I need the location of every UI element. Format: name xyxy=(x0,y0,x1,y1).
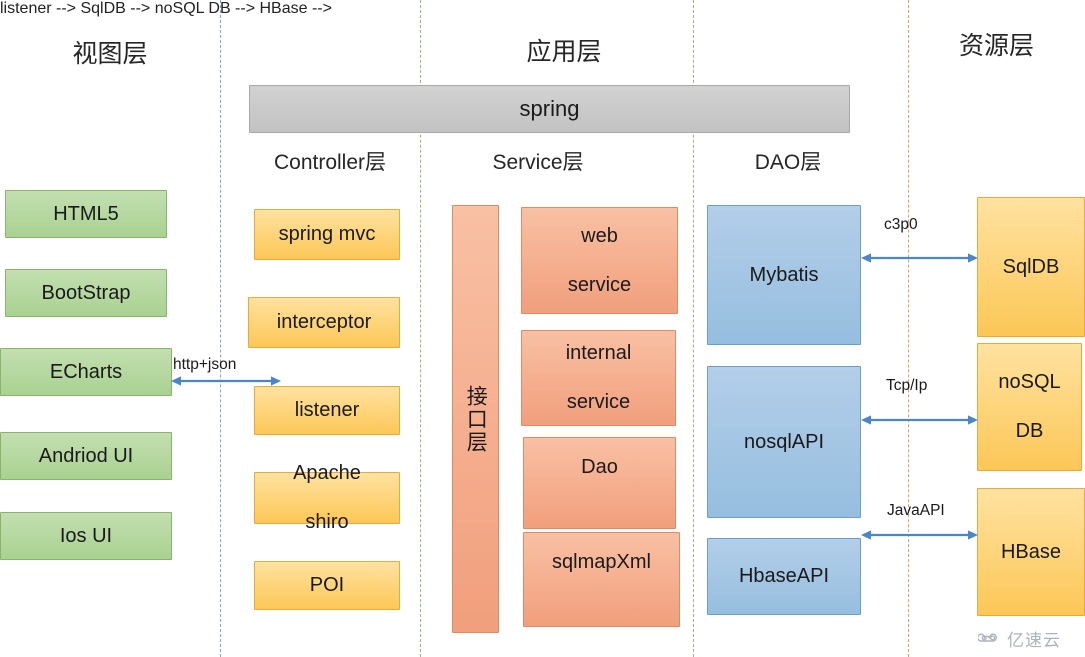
view-node-bootstrap-label: BootStrap xyxy=(41,281,131,304)
controller-node-listener-label: listener xyxy=(294,399,360,422)
resource-node-sqldb-label: SqlDB xyxy=(1002,255,1060,278)
service-node-internal-service[interactable]: internal service xyxy=(521,330,676,426)
resource-layer-title: 资源层 xyxy=(958,32,1034,60)
dao-node-hbaseapi[interactable]: HbaseAPI xyxy=(707,538,861,615)
internal-service-line1: internal xyxy=(565,342,632,365)
web-service-line1: web xyxy=(581,224,618,247)
controller-node-interceptor-label: interceptor xyxy=(276,311,372,334)
service-node-web-service-label: web service xyxy=(522,224,677,297)
resource-node-nosql-db-label: noSQL DB xyxy=(978,370,1081,443)
watermark: 亿速云 xyxy=(976,626,1061,651)
controller-node-spring-mvc-label: spring mvc xyxy=(278,223,376,246)
controller-node-poi[interactable]: POI xyxy=(254,561,400,610)
connection-arrow-javaapi xyxy=(861,527,978,543)
service-layer-title: Service层 xyxy=(492,151,584,174)
connection-label-c3p0: c3p0 xyxy=(884,216,918,233)
view-node-android-ui[interactable]: Andriod UI xyxy=(0,432,172,480)
dao-node-hbaseapi-label: HbaseAPI xyxy=(738,565,830,588)
cloud-icon xyxy=(976,629,1002,649)
divider-app-resource xyxy=(908,0,909,657)
service-node-dao[interactable]: Dao xyxy=(523,437,676,529)
view-node-echarts[interactable]: ECharts xyxy=(0,348,172,396)
framework-bar-spring[interactable]: spring xyxy=(249,85,850,133)
resource-node-nosql-db[interactable]: noSQL DB xyxy=(977,343,1082,471)
apache-shiro-line1: Apache xyxy=(293,462,361,485)
service-node-sqlmapxml[interactable]: sqlmapXml xyxy=(523,532,680,627)
connection-arrow-http-json xyxy=(171,373,281,389)
dao-layer-title: DAO层 xyxy=(754,151,822,174)
view-layer-title: 视图层 xyxy=(72,40,148,68)
dao-node-nosqlapi[interactable]: nosqlAPI xyxy=(707,366,861,518)
controller-node-listener[interactable]: listener xyxy=(254,386,400,435)
controller-node-apache-shiro-label: Apache shiro xyxy=(255,461,399,534)
controller-node-poi-label: POI xyxy=(309,574,345,597)
view-node-bootstrap[interactable]: BootStrap xyxy=(5,269,167,317)
connection-arrow-c3p0 xyxy=(861,250,978,266)
resource-node-hbase-label: HBase xyxy=(1000,540,1062,563)
watermark-text: 亿速云 xyxy=(1007,631,1061,650)
web-service-line2: service xyxy=(567,273,632,296)
view-node-ios-ui-label: Ios UI xyxy=(59,524,113,547)
view-node-ios-ui[interactable]: Ios UI xyxy=(0,512,172,560)
connection-label-http-json: http+json xyxy=(173,356,237,373)
divider-view-app xyxy=(220,0,221,657)
app-layer-title: 应用层 xyxy=(526,38,602,66)
service-node-internal-service-label: internal service xyxy=(522,341,675,414)
apache-shiro-line2: shiro xyxy=(305,511,349,534)
dao-node-nosqlapi-label: nosqlAPI xyxy=(743,430,825,453)
resource-node-sqldb[interactable]: SqlDB xyxy=(977,197,1085,337)
dao-node-mybatis[interactable]: Mybatis xyxy=(707,205,861,345)
dao-node-mybatis-label: Mybatis xyxy=(749,263,819,286)
internal-service-line2: service xyxy=(566,391,631,414)
view-node-html5[interactable]: HTML5 xyxy=(5,190,167,238)
connection-label-javaapi: JavaAPI xyxy=(887,502,945,519)
controller-node-spring-mvc[interactable]: spring mvc xyxy=(254,209,400,260)
connection-arrow-tcp-ip xyxy=(861,412,978,428)
resource-node-hbase[interactable]: HBase xyxy=(977,488,1085,616)
service-interface-bar[interactable]: 接口层 xyxy=(452,205,499,633)
service-node-dao-label: Dao xyxy=(581,456,618,478)
service-node-web-service[interactable]: web service xyxy=(521,207,678,314)
view-node-echarts-label: ECharts xyxy=(49,360,123,383)
view-node-html5-label: HTML5 xyxy=(53,202,119,225)
nosql-db-line2: DB xyxy=(1015,420,1044,443)
service-node-sqlmapxml-label: sqlmapXml xyxy=(552,551,651,573)
framework-bar-label: spring xyxy=(519,95,580,121)
service-interface-bar-label: 接口层 xyxy=(464,384,488,454)
controller-node-interceptor[interactable]: interceptor xyxy=(248,297,400,348)
controller-layer-title: Controller层 xyxy=(273,151,387,174)
architecture-diagram: 视图层 应用层 资源层 spring Controller层 Service层 … xyxy=(0,0,1085,657)
connection-label-tcp-ip: Tcp/Ip xyxy=(886,377,928,394)
nosql-db-line1: noSQL xyxy=(998,371,1061,394)
view-node-android-ui-label: Andriod UI xyxy=(38,444,134,467)
controller-node-apache-shiro[interactable]: Apache shiro xyxy=(254,462,400,533)
